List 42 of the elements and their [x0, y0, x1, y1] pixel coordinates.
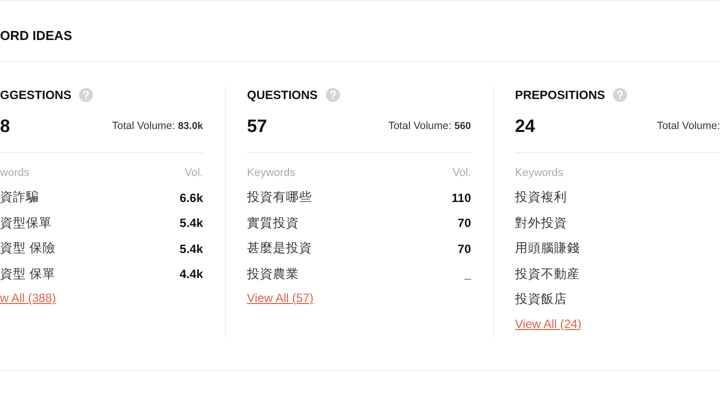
keywords-header: Keywords — [515, 167, 564, 181]
volume-header: Vol. — [184, 167, 203, 181]
column-heading: QUESTIONS — [247, 88, 318, 102]
help-icon[interactable] — [79, 88, 94, 102]
volume-header: Vol. — [452, 167, 471, 181]
volume-value: 110 — [452, 190, 471, 205]
keyword-count: 57 — [247, 116, 268, 136]
volume-value: 5.4k — [180, 216, 203, 230]
total-volume: Total Volume: — [656, 120, 720, 132]
keyword-text: 用頭腦賺錢 — [515, 240, 580, 258]
keywords-header: words — [0, 167, 30, 181]
keyword-text: 投資有哪些 — [247, 189, 312, 206]
section-title: ORD IDEAS — [0, 28, 72, 42]
keyword-text: 實質投資 — [247, 214, 299, 232]
keyword-text: 資型保單 — [0, 214, 52, 232]
total-volume: Total Volume: 560 — [388, 120, 471, 132]
total-volume: Total Volume: 83.0k — [112, 120, 203, 132]
keyword-text: 資詐騙 — [0, 189, 39, 206]
volume-value: 5.4k — [180, 242, 203, 256]
keyword-text: 資型 保單 — [0, 266, 56, 283]
keyword-text: 投資不動産 — [515, 266, 580, 283]
keyword-text: 資型 保險 — [0, 240, 56, 258]
volume-value: 4.4k — [180, 267, 203, 282]
column-heading: PREPOSITIONS — [515, 88, 606, 102]
volume-value: 70 — [458, 242, 471, 256]
help-icon[interactable] — [326, 88, 340, 102]
keyword-text: 投資飯店 — [515, 291, 567, 308]
keyword-count: 24 — [515, 116, 536, 136]
keyword-count: 8 — [0, 116, 10, 136]
volume-value: _ — [464, 267, 471, 282]
column-heading: GGESTIONS — [0, 88, 72, 102]
keyword-text: 對外投資 — [515, 214, 567, 232]
keywords-header: Keywords — [247, 167, 296, 181]
keyword-text: 投資農業 — [247, 266, 299, 283]
volume-value: 70 — [458, 216, 471, 230]
view-all-link[interactable]: View All (57) — [247, 291, 314, 305]
keyword-text: 甚麼是投資 — [247, 240, 312, 258]
volume-value: 6.6k — [180, 190, 203, 205]
view-all-link[interactable]: w All (388) — [0, 291, 56, 305]
view-all-link[interactable]: View All (24) — [515, 316, 582, 330]
help-icon[interactable] — [613, 88, 628, 102]
keyword-text: 投資複利 — [515, 189, 567, 206]
